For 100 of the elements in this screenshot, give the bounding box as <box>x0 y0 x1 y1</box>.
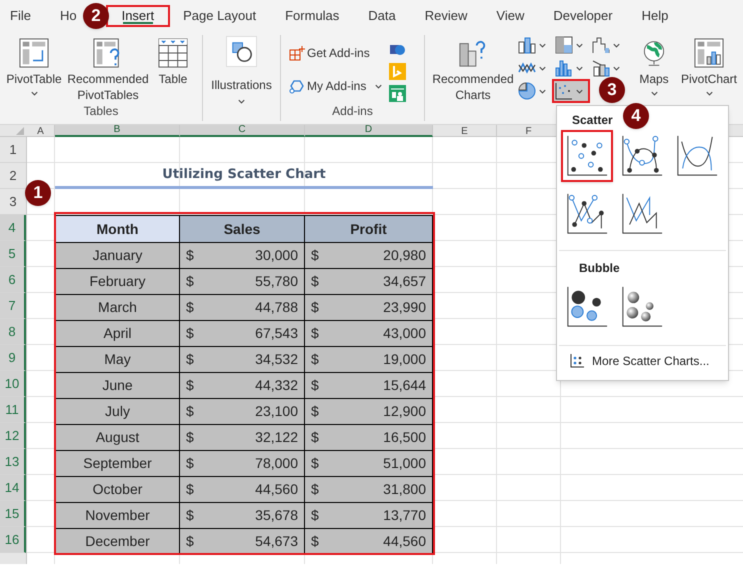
row-header[interactable]: 10 <box>0 371 26 397</box>
currency-symbol: $ <box>311 350 319 369</box>
row-header[interactable]: 9 <box>0 345 26 371</box>
smooth-lines-markers-icon <box>620 134 664 178</box>
currency-symbol: $ <box>311 532 319 551</box>
ribbon-button[interactable]: PivotTable <box>3 35 65 98</box>
ribbon-tab[interactable]: Review <box>424 5 468 27</box>
table-cell: March <box>56 295 180 320</box>
table-cell-text: 44,560 <box>255 480 298 499</box>
row-header[interactable]: 1 <box>0 137 26 163</box>
scatter-markers-icon <box>565 134 609 178</box>
table-cell-text: 30,000 <box>255 246 298 265</box>
ribbon-tab[interactable]: Ho <box>60 5 77 27</box>
table-cell-text: 23,100 <box>255 402 298 421</box>
illustrations-button[interactable]: Illustrations <box>203 35 280 106</box>
chart-type-button[interactable] <box>554 81 588 101</box>
column-header[interactable]: E <box>433 125 497 137</box>
table-cell-text: 23,990 <box>383 298 426 317</box>
group-label: Add-ins <box>331 103 374 120</box>
table-icon <box>158 37 188 69</box>
currency-symbol: $ <box>186 324 194 343</box>
straight-lines-markers-icon <box>565 192 609 236</box>
currency-symbol: $ <box>311 480 319 499</box>
chevron-icon[interactable] <box>650 89 658 98</box>
ribbon-tab[interactable]: Page Layout <box>183 5 256 27</box>
row-header[interactable]: 5 <box>0 241 26 267</box>
table-cell-text: 43,000 <box>383 324 426 343</box>
ribbon-tab[interactable]: View <box>496 5 524 27</box>
currency-symbol: $ <box>186 454 194 473</box>
table-cell-text: 51,000 <box>383 454 426 473</box>
pie-chart-icon <box>518 82 536 100</box>
table-cell-text: 44,560 <box>383 532 426 551</box>
table-cell: September <box>56 451 180 476</box>
menu-heading: Bubble <box>579 260 620 277</box>
row-header[interactable]: 11 <box>0 397 26 423</box>
shapes-icon <box>226 36 257 67</box>
combo-chart-icon <box>592 59 610 77</box>
column-chart-icon <box>518 36 536 54</box>
ribbon-tab[interactable]: Developer <box>553 5 613 27</box>
currency-symbol: $ <box>311 272 319 291</box>
pivot-chart-icon <box>694 37 724 69</box>
menu-heading: Scatter <box>572 112 613 129</box>
table-cell-text: 44,788 <box>255 298 298 317</box>
table-cell-text: 16,500 <box>383 428 426 447</box>
table-cell-text: 78,000 <box>255 454 298 473</box>
row-header[interactable]: 16 <box>0 527 26 553</box>
table-cell-text: 12,900 <box>383 402 426 421</box>
ribbon-tab[interactable]: Data <box>368 5 396 27</box>
currency-symbol: $ <box>186 298 194 317</box>
row-header[interactable]: 12 <box>0 423 26 449</box>
table-cell-text: 34,657 <box>383 272 426 291</box>
row-header[interactable]: 7 <box>0 293 26 319</box>
currency-symbol: $ <box>186 506 194 525</box>
currency-symbol: $ <box>311 324 319 343</box>
chevron-icon[interactable] <box>704 89 714 98</box>
ribbon-button[interactable]: Recommended Charts <box>429 35 517 121</box>
currency-symbol: $ <box>186 532 194 551</box>
histogram-icon <box>555 59 573 77</box>
table-cell-text: 15,644 <box>383 376 426 395</box>
table-cell-text: 13,770 <box>383 506 426 525</box>
table-cell: February <box>56 269 180 294</box>
table-cell-text: 67,543 <box>255 324 298 343</box>
column-header-cell: Month <box>56 216 180 242</box>
column-header[interactable]: C <box>180 125 305 137</box>
column-header-cell: Profit <box>305 216 432 242</box>
currency-symbol: $ <box>311 428 319 447</box>
table-cell: May <box>56 347 180 372</box>
more-charts-link[interactable]: More Scatter Charts... <box>592 352 710 370</box>
currency-symbol: $ <box>186 246 194 265</box>
column-header[interactable]: D <box>305 125 433 137</box>
ribbon-tab[interactable]: Formulas <box>285 5 340 27</box>
chart-option[interactable] <box>561 130 613 182</box>
chevron-icon[interactable] <box>237 97 246 106</box>
column-header[interactable]: B <box>55 125 180 137</box>
row-header[interactable]: 2 <box>0 163 26 189</box>
column-header-cell: Sales <box>180 216 305 242</box>
addin-icon <box>289 78 305 94</box>
ribbon-button[interactable]: PivotChart <box>678 35 740 121</box>
table-cell: November <box>56 503 180 528</box>
table-cell-text: 34,532 <box>255 350 298 369</box>
row-header[interactable]: 13 <box>0 449 26 475</box>
store-icon <box>289 45 305 61</box>
waterfall-chart-icon <box>592 36 610 54</box>
row-header[interactable]: 8 <box>0 319 26 345</box>
ribbon-button[interactable]: Recommended PivotTables <box>65 35 151 103</box>
ribbon-button[interactable]: Table <box>151 35 195 87</box>
row-header[interactable]: 15 <box>0 501 26 527</box>
table-cell: October <box>56 477 180 502</box>
chevron-icon[interactable] <box>30 89 38 98</box>
row-header[interactable]: 14 <box>0 475 26 501</box>
row-header[interactable]: 4 <box>0 215 26 241</box>
get-addins-button[interactable]: Get Add-ins <box>289 43 384 63</box>
my-addins-button[interactable]: My Add-ins <box>289 76 384 96</box>
row-header[interactable]: 6 <box>0 267 26 293</box>
ribbon-tab[interactable]: Help <box>642 5 668 27</box>
people-icon[interactable] <box>389 85 406 102</box>
ribbon-tab[interactable]: File <box>10 5 31 27</box>
treemap-icon <box>555 36 573 54</box>
step-badge: 1 <box>25 180 51 206</box>
currency-symbol: $ <box>311 506 319 525</box>
